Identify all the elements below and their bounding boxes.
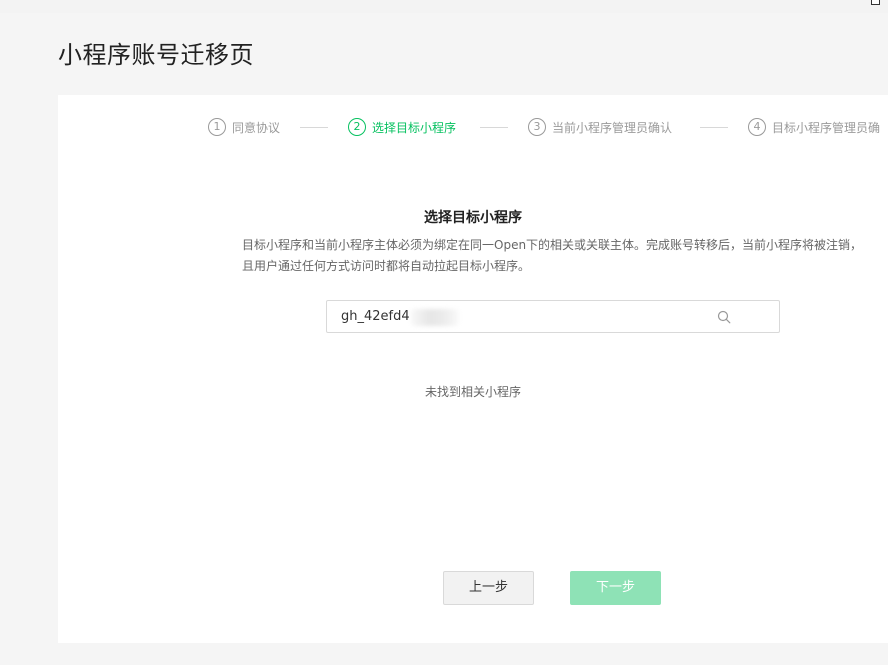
step-2-number: 2	[348, 118, 366, 136]
step-3: 3 当前小程序管理员确认	[528, 117, 672, 137]
next-step-button[interactable]: 下一步	[570, 571, 661, 605]
window-corner-icon	[871, 0, 880, 5]
empty-result-text: 未找到相关小程序	[424, 385, 521, 399]
step-3-number: 3	[528, 118, 546, 136]
step-2: 2 选择目标小程序	[348, 117, 456, 137]
top-strip	[0, 0, 888, 13]
step-4-label: 目标小程序管理员确	[772, 120, 881, 135]
step-divider	[480, 127, 508, 128]
step-4: 4 目标小程序管理员确	[748, 117, 880, 137]
section-description: 目标小程序和当前小程序主体必须为绑定在同一Open下的相关或关联主体。完成账号转…	[242, 238, 863, 273]
redacted-blur	[411, 309, 459, 326]
step-4-number: 4	[748, 118, 766, 136]
migration-card: 1 同意协议 2 选择目标小程序 3 当前小程序管理员确认 4 目标小程序管理员…	[58, 95, 888, 643]
search-input[interactable]	[341, 301, 641, 332]
page-title: 小程序账号迁移页	[58, 41, 254, 69]
search-box[interactable]	[326, 300, 780, 333]
step-indicator: 1 同意协议 2 选择目标小程序 3 当前小程序管理员确认 4 目标小程序管理员…	[208, 117, 888, 137]
step-2-label: 选择目标小程序	[372, 120, 457, 135]
step-divider	[300, 127, 328, 128]
section-title: 选择目标小程序	[424, 210, 522, 226]
prev-step-button[interactable]: 上一步	[443, 571, 534, 605]
step-divider	[700, 127, 728, 128]
step-1: 1 同意协议	[208, 117, 280, 137]
search-icon[interactable]	[717, 310, 731, 324]
step-1-number: 1	[208, 118, 226, 136]
step-3-label: 当前小程序管理员确认	[552, 120, 673, 135]
bottom-strip	[0, 643, 888, 665]
step-1-label: 同意协议	[232, 120, 281, 135]
